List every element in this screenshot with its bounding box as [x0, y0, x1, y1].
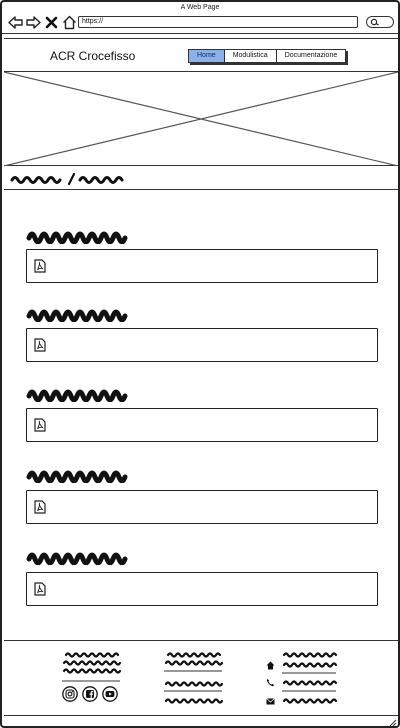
pdf-icon — [34, 338, 46, 352]
resize-grip-icon[interactable] — [4, 716, 398, 728]
forward-icon[interactable] — [26, 15, 41, 30]
home-icon[interactable] — [62, 15, 77, 30]
menu-item-home[interactable]: Home — [189, 50, 225, 62]
document-item[interactable] — [26, 249, 378, 283]
section-heading — [26, 470, 128, 483]
search-icon — [370, 18, 379, 26]
instagram-icon[interactable] — [62, 686, 78, 702]
section-heading — [26, 389, 128, 402]
pdf-icon — [34, 259, 46, 273]
menu-item-modulistica[interactable]: Modulistica — [224, 50, 277, 62]
section-heading — [26, 552, 128, 565]
section-heading — [26, 309, 128, 322]
site-header: ACR Crocefisso Home Modulistica Document… — [4, 38, 398, 72]
search-button[interactable] — [366, 16, 394, 28]
main-menu: Home Modulistica Documentazione — [188, 49, 347, 63]
pdf-icon — [34, 500, 46, 514]
breadcrumb — [4, 166, 398, 190]
section-heading — [26, 231, 128, 244]
site-footer — [4, 640, 398, 716]
browser-window: A Web Page https:// ACR Crocefisso Home … — [0, 0, 400, 728]
address-bar[interactable]: https:// — [78, 16, 358, 28]
banner-image-placeholder — [3, 71, 398, 167]
facebook-icon[interactable] — [82, 686, 98, 702]
phone-icon — [267, 679, 274, 687]
youtube-icon[interactable] — [102, 686, 118, 702]
footer-text-placeholder — [62, 652, 338, 704]
home-icon — [266, 661, 275, 670]
document-item[interactable] — [26, 490, 378, 524]
pdf-icon — [34, 582, 46, 596]
document-item[interactable] — [26, 328, 378, 362]
pdf-icon — [34, 418, 46, 432]
envelope-icon — [266, 698, 275, 705]
browser-toolbar: https:// — [2, 12, 398, 34]
menu-item-documentazione[interactable]: Documentazione — [276, 50, 346, 62]
close-icon[interactable] — [44, 15, 59, 30]
document-item[interactable] — [26, 408, 378, 442]
window-status-bar — [4, 715, 398, 728]
site-brand[interactable]: ACR Crocefisso — [50, 49, 135, 63]
document-item[interactable] — [26, 572, 378, 606]
back-icon[interactable] — [8, 15, 23, 30]
